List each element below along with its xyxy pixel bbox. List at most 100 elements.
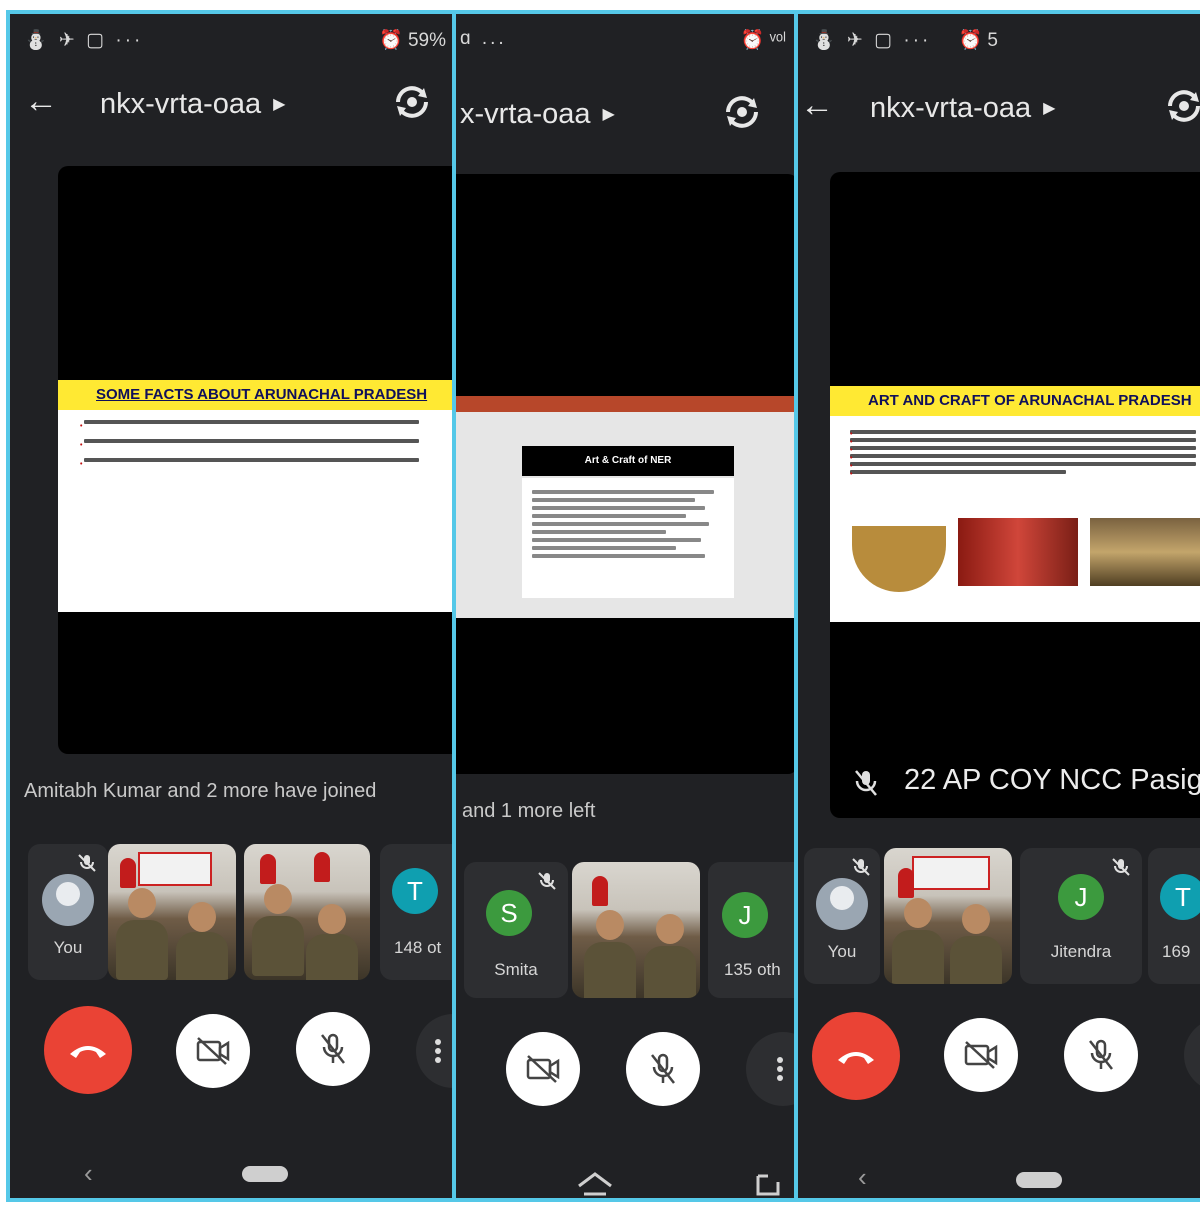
meeting-code: x-vrta-oaa (460, 98, 591, 130)
meeting-code: nkx-vrta-oaa (870, 92, 1032, 124)
meeting-title[interactable]: nkx-vrta-oaa ▶ (870, 92, 1055, 125)
participant-name: You (827, 942, 857, 961)
video-detail (188, 902, 216, 932)
switch-camera-icon[interactable] (1162, 84, 1200, 128)
nav-home-icon[interactable] (576, 1170, 614, 1200)
video-detail (252, 916, 304, 976)
mic-off-icon (651, 1053, 675, 1084)
mic-off-icon (1112, 858, 1130, 876)
status-right: ⏰ ᵛᵒˡ (740, 30, 786, 51)
participant-strip[interactable]: S Smita J 135 oth (456, 862, 794, 998)
participant-tile-you[interactable]: You (28, 844, 108, 980)
participant-name: You (53, 938, 83, 957)
more-options-button[interactable] (746, 1032, 794, 1106)
nav-home-pill[interactable] (242, 1166, 288, 1182)
status-bar: ⛄ ✈ ▢ ··· ⏰ 59% (10, 14, 454, 66)
participant-tile-others[interactable]: T 169 (1148, 848, 1200, 984)
battery-status: ⏰ 5 (958, 30, 998, 51)
participant-name: Jitendra (1050, 942, 1112, 961)
participant-video[interactable] (572, 862, 700, 998)
craft-image (1090, 518, 1200, 586)
nav-back-icon[interactable]: ‹ (858, 1162, 867, 1193)
participant-tile-others[interactable]: J 135 oth (708, 862, 794, 998)
end-call-button[interactable] (44, 1006, 132, 1094)
mic-toggle-button[interactable] (626, 1032, 700, 1106)
basket-image (852, 526, 946, 592)
back-arrow-icon[interactable]: ← (24, 82, 58, 121)
more-options-button[interactable] (1184, 1018, 1200, 1092)
slide-title: Art & Craft of NER (522, 446, 734, 476)
avatar (42, 874, 94, 926)
slide-bullets (80, 416, 452, 473)
video-banner (138, 852, 212, 886)
slide-body-text (850, 426, 1200, 477)
video-detail (904, 898, 932, 928)
expand-triangle-icon: ▶ (273, 96, 286, 113)
others-count: 148 ot (394, 938, 442, 957)
participant-video[interactable] (244, 844, 370, 980)
video-detail (656, 914, 684, 944)
leave-notice: and 1 more left (462, 800, 596, 822)
nav-recents-icon[interactable] (754, 1172, 782, 1198)
end-call-icon (70, 1046, 106, 1058)
switch-camera-icon[interactable] (390, 80, 434, 124)
slide-body (522, 478, 734, 598)
end-call-icon (838, 1052, 874, 1064)
participant-tile-smita[interactable]: S Smita (464, 862, 568, 998)
participant-strip[interactable]: You T 148 ot (10, 844, 454, 980)
participant-tile-others[interactable]: T 148 ot (380, 844, 454, 980)
status-icons: ⛄ ✈ ▢ ··· (812, 30, 932, 51)
video-detail (962, 904, 990, 934)
video-detail (644, 946, 696, 998)
app-bar: ← nkx-vrta-oaa ▶ (798, 80, 1200, 140)
video-detail (584, 942, 636, 998)
camera-off-icon (526, 1055, 560, 1083)
presentation-slide: Art & Craft of NER (456, 396, 794, 618)
video-detail (950, 936, 1002, 984)
switch-camera-icon[interactable] (720, 90, 764, 134)
avatar (816, 878, 868, 930)
mic-off-icon (538, 872, 556, 890)
participant-video[interactable] (884, 848, 1012, 984)
camera-toggle-button[interactable] (176, 1014, 250, 1088)
mic-off-icon (321, 1033, 345, 1064)
system-nav-bar: ‹ (798, 1158, 1200, 1198)
participant-tile-jitendra[interactable]: J Jitendra (1020, 848, 1142, 984)
presentation-stage[interactable]: Art & Craft of NER (456, 174, 794, 774)
mic-toggle-button[interactable] (296, 1012, 370, 1086)
mic-off-icon (1089, 1039, 1113, 1070)
screen-1: ⛄ ✈ ▢ ··· ⏰ 59% ← nkx-vrta-oaa ▶ SOME FAC… (6, 10, 458, 1202)
avatar: J (1058, 874, 1104, 920)
participant-strip[interactable]: You J Jitendra T 169 (798, 848, 1200, 984)
presentation-slide: ART AND CRAFT OF ARUNACHAL PRADESH (830, 386, 1200, 622)
end-call-button[interactable] (812, 1012, 900, 1100)
participant-name: Smita (494, 960, 538, 979)
camera-toggle-button[interactable] (506, 1032, 580, 1106)
participant-tile-you[interactable]: You (804, 848, 880, 984)
expand-triangle-icon: ▶ (602, 106, 615, 123)
meeting-title[interactable]: x-vrta-oaa ▶ (460, 98, 615, 131)
back-arrow-icon[interactable]: ← (800, 86, 834, 125)
presentation-stage[interactable]: ART AND CRAFT OF ARUNACHAL PRADESH 22 AP… (830, 172, 1200, 818)
more-icon (777, 1057, 783, 1081)
video-detail (128, 888, 156, 918)
presentation-stage[interactable]: SOME FACTS ABOUT ARUNACHAL PRADESH (58, 166, 454, 754)
video-detail (176, 932, 228, 980)
screen-2: ɑ ... ⏰ ᵛᵒˡ x-vrta-oaa ▶ Art & Craft of N… (452, 10, 798, 1202)
camera-toggle-button[interactable] (944, 1018, 1018, 1092)
nav-home-pill[interactable] (1016, 1172, 1062, 1188)
nav-back-icon[interactable]: ‹ (84, 1158, 93, 1189)
app-bar: ← nkx-vrta-oaa ▶ (10, 76, 454, 136)
others-count: 135 oth (724, 960, 781, 979)
mic-off-icon (855, 770, 877, 796)
participant-video[interactable] (108, 844, 236, 980)
mic-toggle-button[interactable] (1064, 1018, 1138, 1092)
video-detail (592, 876, 608, 906)
video-detail (306, 934, 358, 980)
system-nav-bar (456, 1164, 794, 1200)
video-banner (912, 856, 990, 890)
meeting-title[interactable]: nkx-vrta-oaa ▶ (100, 88, 285, 121)
screen-3: ⛄ ✈ ▢ ··· ⏰ 5 ← nkx-vrta-oaa ▶ ART AND CR… (794, 10, 1200, 1202)
avatar: J (722, 892, 768, 938)
camera-off-icon (196, 1037, 230, 1065)
